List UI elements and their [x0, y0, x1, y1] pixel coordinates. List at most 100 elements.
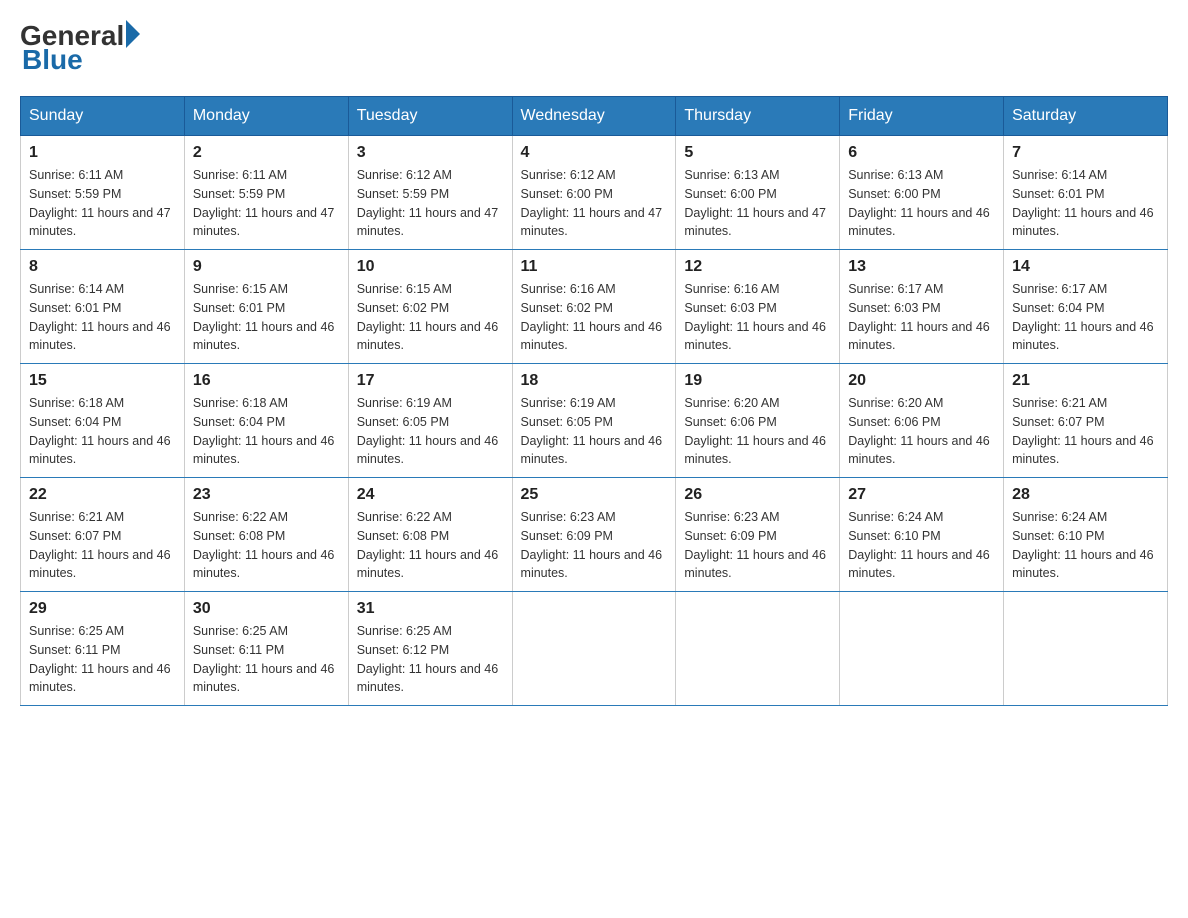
calendar-cell: 15 Sunrise: 6:18 AMSunset: 6:04 PMDayligh… — [21, 364, 185, 478]
day-number: 8 — [29, 258, 176, 276]
logo-blue-text: Blue — [22, 44, 83, 76]
day-info: Sunrise: 6:25 AMSunset: 6:11 PMDaylight:… — [29, 622, 176, 697]
day-number: 23 — [193, 486, 340, 504]
day-info: Sunrise: 6:12 AMSunset: 5:59 PMDaylight:… — [357, 166, 504, 241]
calendar-cell: 30 Sunrise: 6:25 AMSunset: 6:11 PMDayligh… — [184, 592, 348, 706]
day-info: Sunrise: 6:20 AMSunset: 6:06 PMDaylight:… — [848, 394, 995, 469]
day-number: 30 — [193, 600, 340, 618]
day-info: Sunrise: 6:17 AMSunset: 6:03 PMDaylight:… — [848, 280, 995, 355]
calendar-cell: 16 Sunrise: 6:18 AMSunset: 6:04 PMDayligh… — [184, 364, 348, 478]
day-info: Sunrise: 6:21 AMSunset: 6:07 PMDaylight:… — [29, 508, 176, 583]
calendar-cell — [1004, 592, 1168, 706]
day-number: 21 — [1012, 372, 1159, 390]
logo: General Blue — [20, 20, 140, 76]
calendar-cell — [512, 592, 676, 706]
header-tuesday: Tuesday — [348, 97, 512, 136]
day-info: Sunrise: 6:12 AMSunset: 6:00 PMDaylight:… — [521, 166, 668, 241]
day-info: Sunrise: 6:25 AMSunset: 6:12 PMDaylight:… — [357, 622, 504, 697]
calendar-cell: 14Sunrise: 6:17 AMSunset: 6:04 PMDayligh… — [1004, 250, 1168, 364]
header-friday: Friday — [840, 97, 1004, 136]
day-number: 17 — [357, 372, 504, 390]
day-number: 2 — [193, 144, 340, 162]
header-monday: Monday — [184, 97, 348, 136]
day-number: 3 — [357, 144, 504, 162]
page-header: General Blue — [20, 20, 1168, 76]
calendar-cell: 24Sunrise: 6:22 AMSunset: 6:08 PMDayligh… — [348, 478, 512, 592]
calendar-cell: 13 Sunrise: 6:17 AMSunset: 6:03 PMDayligh… — [840, 250, 1004, 364]
day-number: 27 — [848, 486, 995, 504]
week-row-5: 29 Sunrise: 6:25 AMSunset: 6:11 PMDayligh… — [21, 592, 1168, 706]
day-info: Sunrise: 6:18 AMSunset: 6:04 PMDaylight:… — [193, 394, 340, 469]
calendar-cell: 31 Sunrise: 6:25 AMSunset: 6:12 PMDayligh… — [348, 592, 512, 706]
day-number: 16 — [193, 372, 340, 390]
day-info: Sunrise: 6:21 AMSunset: 6:07 PMDaylight:… — [1012, 394, 1159, 469]
calendar-cell: 29 Sunrise: 6:25 AMSunset: 6:11 PMDayligh… — [21, 592, 185, 706]
calendar-cell: 4 Sunrise: 6:12 AMSunset: 6:00 PMDaylight… — [512, 136, 676, 250]
day-info: Sunrise: 6:24 AMSunset: 6:10 PMDaylight:… — [1012, 508, 1159, 583]
day-number: 22 — [29, 486, 176, 504]
header-wednesday: Wednesday — [512, 97, 676, 136]
day-number: 15 — [29, 372, 176, 390]
day-info: Sunrise: 6:18 AMSunset: 6:04 PMDaylight:… — [29, 394, 176, 469]
week-row-3: 15 Sunrise: 6:18 AMSunset: 6:04 PMDayligh… — [21, 364, 1168, 478]
day-number: 25 — [521, 486, 668, 504]
calendar-cell: 6Sunrise: 6:13 AMSunset: 6:00 PMDaylight… — [840, 136, 1004, 250]
day-info: Sunrise: 6:24 AMSunset: 6:10 PMDaylight:… — [848, 508, 995, 583]
day-number: 7 — [1012, 144, 1159, 162]
week-row-4: 22 Sunrise: 6:21 AMSunset: 6:07 PMDayligh… — [21, 478, 1168, 592]
day-info: Sunrise: 6:15 AMSunset: 6:02 PMDaylight:… — [357, 280, 504, 355]
calendar-cell: 26 Sunrise: 6:23 AMSunset: 6:09 PMDayligh… — [676, 478, 840, 592]
calendar-cell — [676, 592, 840, 706]
day-number: 13 — [848, 258, 995, 276]
calendar-cell: 23 Sunrise: 6:22 AMSunset: 6:08 PMDayligh… — [184, 478, 348, 592]
day-number: 18 — [521, 372, 668, 390]
day-info: Sunrise: 6:16 AMSunset: 6:02 PMDaylight:… — [521, 280, 668, 355]
calendar-cell: 3 Sunrise: 6:12 AMSunset: 5:59 PMDaylight… — [348, 136, 512, 250]
calendar-cell: 18Sunrise: 6:19 AMSunset: 6:05 PMDayligh… — [512, 364, 676, 478]
calendar-table: SundayMondayTuesdayWednesdayThursdayFrid… — [20, 96, 1168, 706]
day-info: Sunrise: 6:15 AMSunset: 6:01 PMDaylight:… — [193, 280, 340, 355]
day-number: 10 — [357, 258, 504, 276]
day-number: 9 — [193, 258, 340, 276]
week-row-1: 1Sunrise: 6:11 AMSunset: 5:59 PMDaylight… — [21, 136, 1168, 250]
calendar-cell: 21 Sunrise: 6:21 AMSunset: 6:07 PMDayligh… — [1004, 364, 1168, 478]
calendar-cell: 5 Sunrise: 6:13 AMSunset: 6:00 PMDaylight… — [676, 136, 840, 250]
day-info: Sunrise: 6:17 AMSunset: 6:04 PMDaylight:… — [1012, 280, 1159, 355]
calendar-cell: 12 Sunrise: 6:16 AMSunset: 6:03 PMDayligh… — [676, 250, 840, 364]
day-info: Sunrise: 6:22 AMSunset: 6:08 PMDaylight:… — [193, 508, 340, 583]
day-number: 6 — [848, 144, 995, 162]
day-number: 19 — [684, 372, 831, 390]
calendar-cell: 25 Sunrise: 6:23 AMSunset: 6:09 PMDayligh… — [512, 478, 676, 592]
calendar-cell: 10 Sunrise: 6:15 AMSunset: 6:02 PMDayligh… — [348, 250, 512, 364]
day-info: Sunrise: 6:23 AMSunset: 6:09 PMDaylight:… — [521, 508, 668, 583]
day-number: 5 — [684, 144, 831, 162]
day-info: Sunrise: 6:14 AMSunset: 6:01 PMDaylight:… — [29, 280, 176, 355]
calendar-cell: 1Sunrise: 6:11 AMSunset: 5:59 PMDaylight… — [21, 136, 185, 250]
calendar-cell: 20 Sunrise: 6:20 AMSunset: 6:06 PMDayligh… — [840, 364, 1004, 478]
day-info: Sunrise: 6:23 AMSunset: 6:09 PMDaylight:… — [684, 508, 831, 583]
calendar-cell: 2 Sunrise: 6:11 AMSunset: 5:59 PMDaylight… — [184, 136, 348, 250]
day-number: 29 — [29, 600, 176, 618]
day-info: Sunrise: 6:20 AMSunset: 6:06 PMDaylight:… — [684, 394, 831, 469]
header-saturday: Saturday — [1004, 97, 1168, 136]
day-number: 31 — [357, 600, 504, 618]
calendar-cell: 27 Sunrise: 6:24 AMSunset: 6:10 PMDayligh… — [840, 478, 1004, 592]
calendar-header-row: SundayMondayTuesdayWednesdayThursdayFrid… — [21, 97, 1168, 136]
day-info: Sunrise: 6:16 AMSunset: 6:03 PMDaylight:… — [684, 280, 831, 355]
day-number: 26 — [684, 486, 831, 504]
week-row-2: 8 Sunrise: 6:14 AMSunset: 6:01 PMDaylight… — [21, 250, 1168, 364]
day-number: 28 — [1012, 486, 1159, 504]
day-info: Sunrise: 6:19 AMSunset: 6:05 PMDaylight:… — [357, 394, 504, 469]
calendar-cell: 11Sunrise: 6:16 AMSunset: 6:02 PMDayligh… — [512, 250, 676, 364]
day-info: Sunrise: 6:13 AMSunset: 6:00 PMDaylight:… — [684, 166, 831, 241]
calendar-cell: 8 Sunrise: 6:14 AMSunset: 6:01 PMDaylight… — [21, 250, 185, 364]
logo-arrow-icon — [126, 20, 140, 48]
day-number: 4 — [521, 144, 668, 162]
day-number: 20 — [848, 372, 995, 390]
day-info: Sunrise: 6:11 AMSunset: 5:59 PMDaylight:… — [193, 166, 340, 241]
calendar-cell: 17 Sunrise: 6:19 AMSunset: 6:05 PMDayligh… — [348, 364, 512, 478]
day-info: Sunrise: 6:25 AMSunset: 6:11 PMDaylight:… — [193, 622, 340, 697]
calendar-cell: 19 Sunrise: 6:20 AMSunset: 6:06 PMDayligh… — [676, 364, 840, 478]
day-number: 12 — [684, 258, 831, 276]
header-thursday: Thursday — [676, 97, 840, 136]
